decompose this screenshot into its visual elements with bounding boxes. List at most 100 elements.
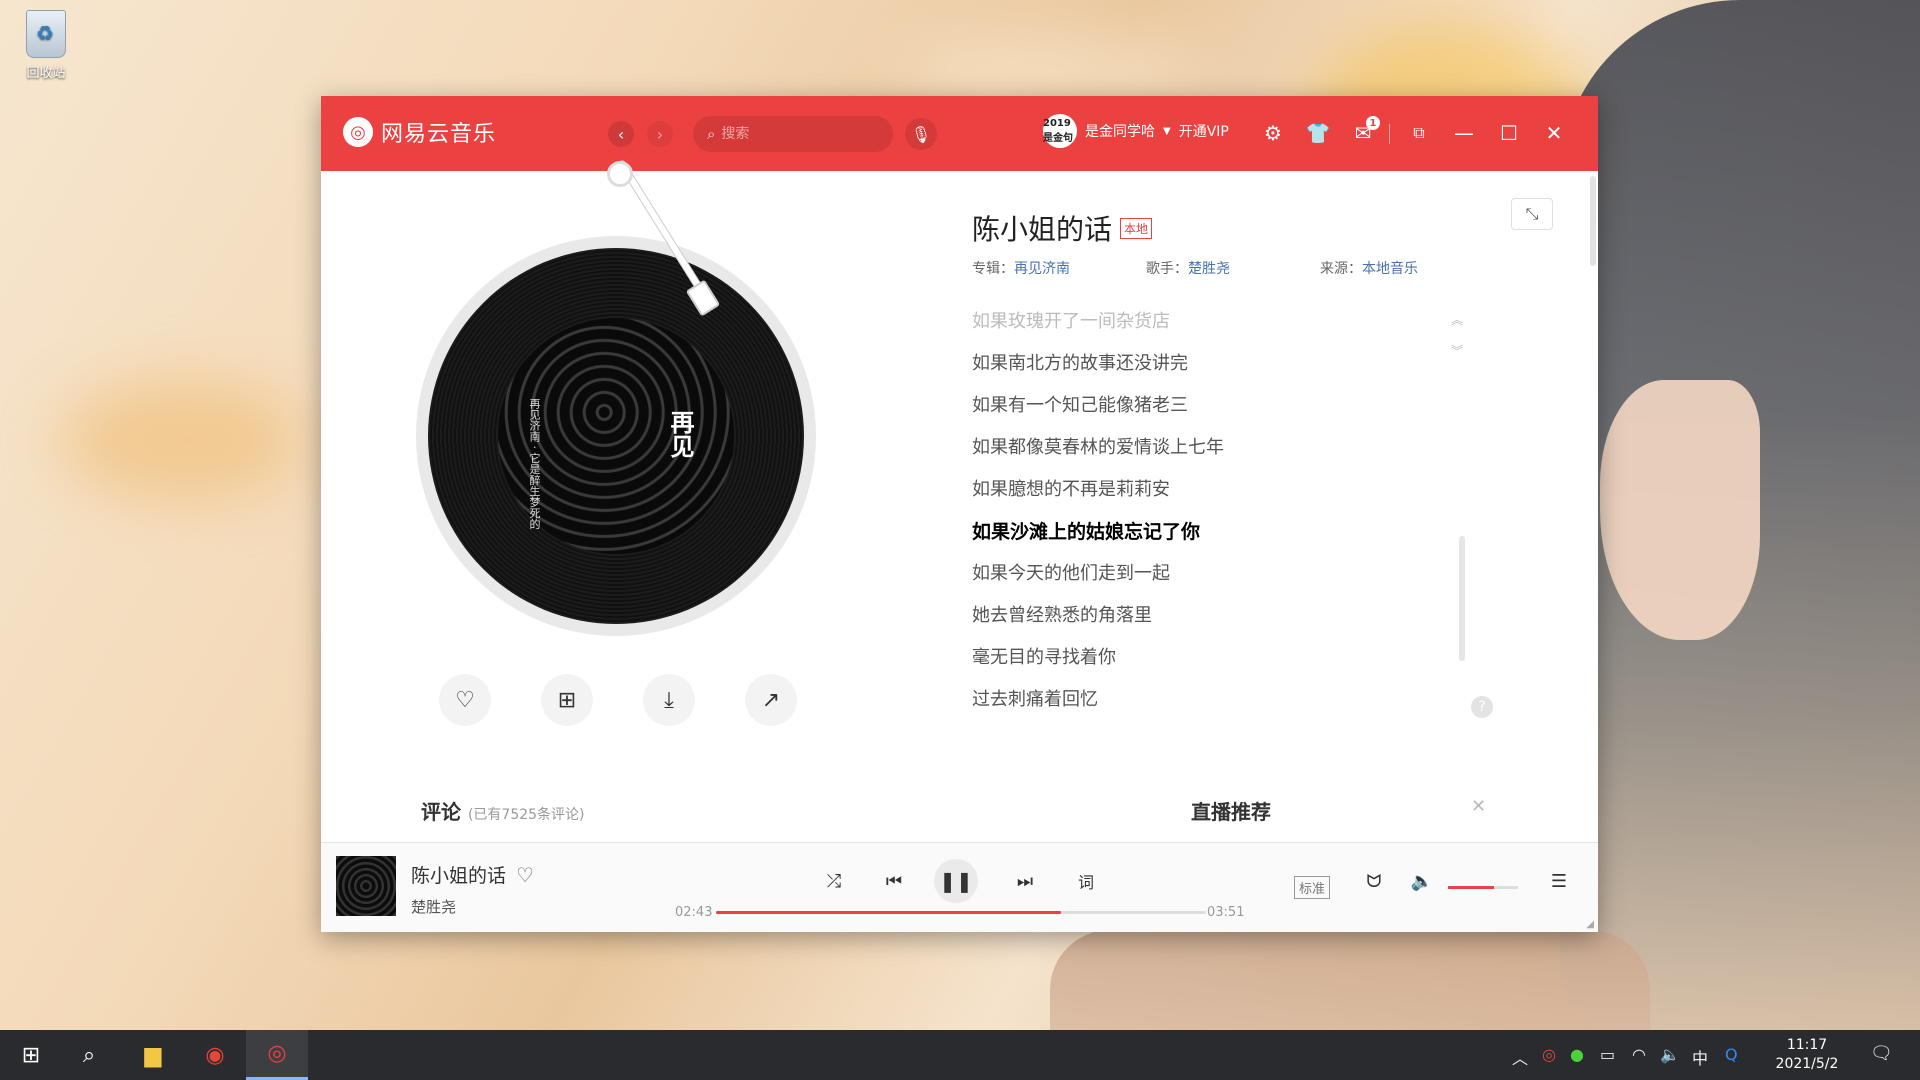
lyric-line-current: 如果沙滩上的姑娘忘记了你 <box>972 521 1201 543</box>
tray-qq-icon[interactable]: Q <box>1725 1045 1738 1064</box>
avatar[interactable]: 2019 是金句 <box>1043 114 1077 148</box>
skin-button[interactable]: 👕 <box>1303 118 1333 148</box>
taskbar-file-explorer[interactable]: ▆ <box>122 1030 184 1080</box>
previous-button[interactable]: ⏮ <box>876 863 912 899</box>
lyrics-panel[interactable]: 如果玫瑰开了一间杂货店 如果南北方的故事还没讲完 如果有一个知己能像猪老三 如果… <box>972 301 1432 831</box>
scroll-up-icon[interactable]: ︽ <box>1451 311 1463 328</box>
lyric-line: 如果今天的他们走到一起 <box>972 563 1170 584</box>
butterfly-icon: ᗢ <box>1366 870 1382 892</box>
live-close-button[interactable]: ✕ <box>1471 796 1486 817</box>
title-bar: ◎ 网易云音乐 ‹ › ⌕ 🎙 2019 是金句 是金同学哈 ▼ 开通VIP ⚙… <box>321 96 1598 171</box>
mini-album-cover[interactable] <box>336 856 396 916</box>
taskbar-netease-music[interactable]: ◎ <box>246 1030 308 1080</box>
back-button[interactable]: ‹ <box>608 121 634 147</box>
user-menu[interactable]: 2019 是金句 是金同学哈 ▼ 开通VIP <box>1043 114 1229 148</box>
search-icon: ⌕ <box>707 125 716 143</box>
search-input[interactable] <box>721 126 872 142</box>
now-playing-title-text[interactable]: 陈小姐的话 <box>411 861 506 888</box>
start-button[interactable]: ⊞ <box>0 1030 62 1080</box>
volume-slider[interactable] <box>1448 886 1518 889</box>
playlist-button[interactable]: ☰ <box>1541 863 1577 899</box>
forward-button[interactable]: › <box>647 121 673 147</box>
search-button[interactable]: ⌕ <box>58 1030 120 1080</box>
tray-volume-icon[interactable]: 🔈 <box>1660 1045 1680 1064</box>
collapse-button[interactable]: ⤡ <box>1511 198 1553 230</box>
current-time: 02:43 <box>675 905 713 920</box>
taskbar-chrome[interactable]: ◉ <box>184 1030 246 1080</box>
app-logo[interactable]: ◎ 网易云音乐 <box>343 116 496 148</box>
resize-grip-icon[interactable]: ◢ <box>1586 919 1594 930</box>
download-button[interactable]: ⤓ <box>643 674 695 726</box>
lyrics-scroll-controls: ︽ ︾ <box>1451 311 1463 359</box>
album-link[interactable]: 再见济南 <box>1014 261 1070 277</box>
maximize-button[interactable]: ☐ <box>1494 118 1524 148</box>
comments-count: (已有7525条评论) <box>467 807 585 823</box>
minimize-button[interactable]: — <box>1449 118 1479 148</box>
local-tag: 本地 <box>1120 217 1153 239</box>
shuffle-button[interactable]: ⤮ <box>816 863 852 899</box>
caret-down-icon[interactable]: ▼ <box>1163 126 1171 137</box>
mini-mode-button[interactable]: ⧉ <box>1404 118 1434 148</box>
song-title: 陈小姐的话 本地 <box>972 208 1153 248</box>
wallpaper-leaf <box>60 380 300 500</box>
share-button[interactable]: ↗ <box>745 674 797 726</box>
tray-wechat-icon[interactable]: ● <box>1570 1045 1584 1064</box>
tray-wifi-icon[interactable]: ◠ <box>1632 1045 1646 1064</box>
help-button[interactable]: ? <box>1471 696 1493 718</box>
vip-link[interactable]: 开通VIP <box>1179 121 1229 141</box>
volume-button[interactable]: 🔈 <box>1404 863 1440 899</box>
source-link[interactable]: 本地音乐 <box>1362 261 1418 277</box>
tray-battery-icon[interactable]: ▭ <box>1600 1045 1615 1064</box>
chevron-right-icon: › <box>656 124 664 144</box>
volume-fill <box>1448 886 1494 889</box>
windows-icon: ⊞ <box>21 1042 41 1068</box>
lyric-line: 如果都像莫春林的爱情谈上七年 <box>972 437 1224 458</box>
quality-button[interactable]: 标准 <box>1294 876 1331 899</box>
wallpaper-character-body <box>1050 930 1650 1040</box>
artist-link[interactable]: 楚胜尧 <box>1188 261 1230 277</box>
close-button[interactable]: ✕ <box>1539 118 1569 148</box>
now-playing-artist[interactable]: 楚胜尧 <box>411 896 456 917</box>
notification-icon[interactable]: 🗨 <box>1870 1043 1893 1064</box>
vinyl-player: 再见 再见济南 · 它是醉生梦死的 <box>416 158 836 651</box>
search-box[interactable]: ⌕ <box>693 116 893 152</box>
next-icon: ⏭ <box>1016 870 1034 892</box>
lyrics-toggle-button[interactable]: 词 <box>1068 863 1104 899</box>
next-button[interactable]: ⏭ <box>1007 863 1043 899</box>
plus-square-icon: ⊞ <box>557 687 577 713</box>
question-icon: ? <box>1478 699 1486 715</box>
song-title-text: 陈小姐的话 <box>972 213 1113 246</box>
lyric-line: 如果有一个知己能像猪老三 <box>972 395 1188 416</box>
lyric-line: 如果玫瑰开了一间杂货店 <box>972 311 1170 332</box>
tray-expand-icon[interactable]: ︿ <box>1512 1045 1528 1069</box>
add-to-playlist-button[interactable]: ⊞ <box>541 674 593 726</box>
collapse-arrows-icon: ⤡ <box>1525 204 1539 223</box>
tray-ime[interactable]: 中 <box>1692 1045 1708 1069</box>
progress-bar[interactable] <box>716 911 1206 914</box>
settings-button[interactable]: ⚙ <box>1258 118 1288 148</box>
clock-date: 2021/5/2 <box>1775 1056 1839 1072</box>
pause-icon: ❚❚ <box>939 869 973 893</box>
scroll-down-icon[interactable]: ︾ <box>1451 342 1463 359</box>
total-time: 03:51 <box>1207 905 1245 920</box>
comments-title: 评论 <box>421 800 461 824</box>
messages-button[interactable]: ✉ 1 <box>1348 116 1380 148</box>
desktop-icon-recycle-bin[interactable]: 回收站 <box>14 10 78 81</box>
voice-search-button[interactable]: 🎙 <box>905 118 937 150</box>
heart-icon[interactable]: ♡ <box>516 863 534 887</box>
minimize-icon: — <box>1454 121 1474 145</box>
close-icon: ✕ <box>1471 796 1487 817</box>
username[interactable]: 是金同学哈 <box>1085 121 1155 141</box>
playlist-icon: ☰ <box>1550 870 1568 892</box>
window-scrollbar[interactable] <box>1590 176 1596 266</box>
lyrics-scrollbar[interactable] <box>1459 536 1465 661</box>
pause-button[interactable]: ❚❚ <box>934 859 978 903</box>
comments-heading: 评论 (已有7525条评论) <box>421 796 585 825</box>
tshirt-icon: 👕 <box>1305 121 1331 145</box>
taskbar-clock[interactable]: 11:17 2021/5/2 <box>1762 1036 1852 1074</box>
sound-effect-button[interactable]: ᗢ <box>1356 863 1392 899</box>
tray-netease-icon[interactable]: ◎ <box>1542 1045 1556 1064</box>
tonearm-pivot <box>607 161 633 187</box>
like-button[interactable]: ♡ <box>439 674 491 726</box>
shuffle-icon: ⤮ <box>826 870 842 892</box>
